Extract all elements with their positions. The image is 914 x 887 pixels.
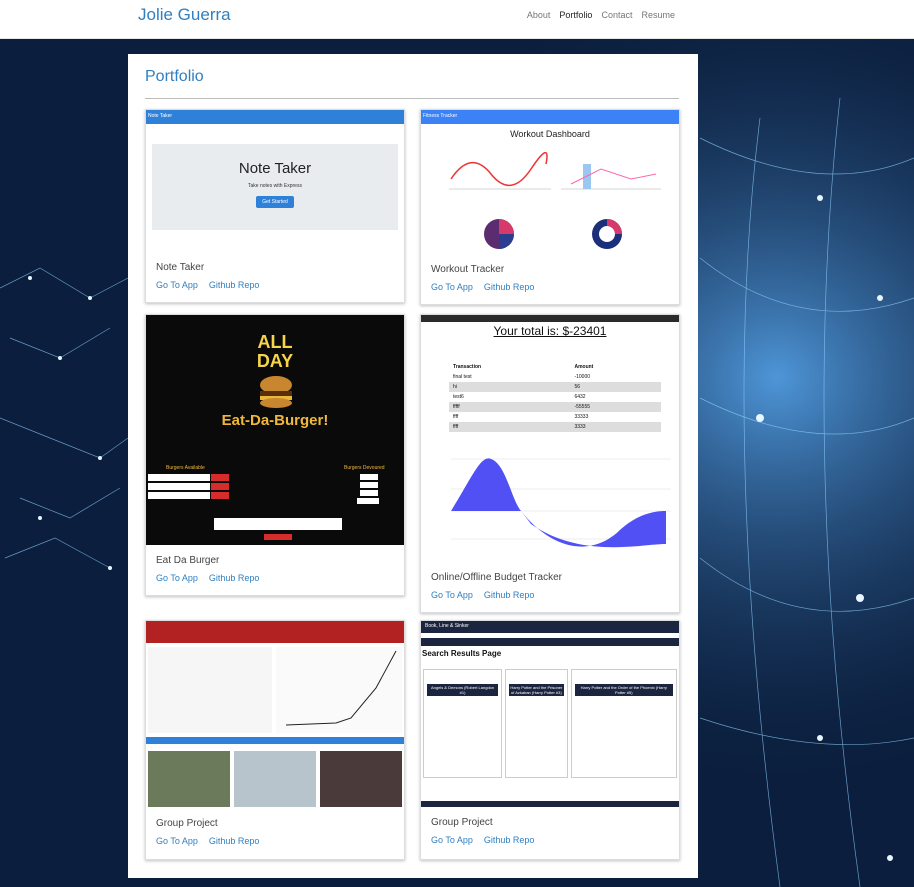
screenshot-header: Fitness Tracker — [421, 110, 679, 124]
title-divider — [145, 98, 679, 99]
project-card-workout-tracker: Fitness Tracker Workout Dashboard Workou… — [420, 109, 680, 305]
project-screenshot: Fitness Tracker Workout Dashboard — [421, 110, 679, 255]
dashboard-graphics — [449, 152, 661, 249]
project-screenshot: Book, Line & Sinker Search Results Page … — [421, 621, 679, 807]
nav-resume[interactable]: Resume — [641, 10, 675, 20]
budget-area-chart — [451, 458, 671, 548]
github-repo-link[interactable]: Github Repo — [209, 280, 260, 290]
project-card-group-project-2: Book, Line & Sinker Search Results Page … — [420, 620, 680, 860]
project-links: Go To App Github Repo — [431, 835, 534, 845]
project-screenshot: Note Taker Note Taker Take notes with Ex… — [146, 110, 404, 251]
project-links: Go To App Github Repo — [156, 836, 259, 846]
screenshot-subtext: Take notes with Express — [248, 183, 302, 189]
nav-contact[interactable]: Contact — [601, 10, 632, 20]
project-links: Go To App Github Repo — [156, 573, 259, 583]
project-title: Eat Da Burger — [156, 555, 220, 566]
book-card: Angels & Demons (Robert Langdon #1) — [423, 669, 503, 778]
screenshot-heading: Search Results Page — [422, 649, 502, 658]
project-links: Go To App Github Repo — [431, 282, 534, 292]
github-repo-link[interactable]: Github Repo — [209, 573, 260, 583]
neon-sign: ALL DAY — [256, 332, 294, 371]
project-screenshot: ALL DAY Eat-Da-Burger! Burgers Available … — [146, 315, 404, 545]
screenshot-heading: Your total is: $-23401 — [493, 324, 607, 338]
github-repo-link[interactable]: Github Repo — [484, 282, 535, 292]
screenshot-header: Book, Line & Sinker — [421, 621, 679, 633]
project-screenshot: Your total is: $-23401 Transaction Amoun… — [421, 315, 679, 562]
screenshot-heading: Workout Dashboard — [510, 129, 590, 139]
project-card-eat-da-burger: ALL DAY Eat-Da-Burger! Burgers Available … — [145, 314, 405, 596]
project-title: Group Project — [431, 817, 493, 828]
go-to-app-link[interactable]: Go To App — [156, 280, 198, 290]
nav-links: About Portfolio Contact Resume — [527, 10, 675, 20]
project-card-budget-tracker: Your total is: $-23401 Transaction Amoun… — [420, 314, 680, 613]
screenshot-button: Get Started — [256, 196, 294, 208]
burgers-available-label: Burgers Available — [166, 465, 205, 471]
project-title: Workout Tracker — [431, 264, 505, 275]
screenshot-nav — [421, 638, 679, 646]
go-to-app-link[interactable]: Go To App — [431, 590, 473, 600]
github-repo-link[interactable]: Github Repo — [484, 835, 535, 845]
project-screenshot — [146, 621, 404, 807]
screenshot-heading: Note Taker — [238, 160, 312, 177]
burger-lists — [148, 474, 379, 540]
burgers-devoured-label: Burgers Devoured — [344, 465, 385, 471]
screenshot-footer — [421, 801, 679, 807]
book-results: Angels & Demons (Robert Langdon #1) Harr… — [423, 669, 677, 778]
browser-bar — [421, 315, 679, 322]
go-to-app-link[interactable]: Go To App — [156, 573, 198, 583]
covid-dashboard-graphics — [146, 647, 404, 807]
screenshot-banner — [146, 621, 404, 643]
project-links: Go To App Github Repo — [156, 280, 259, 290]
nav-about[interactable]: About — [527, 10, 551, 20]
project-title: Group Project — [156, 818, 218, 829]
screenshot-heading: Eat-Da-Burger! — [221, 412, 329, 429]
screenshot-jumbotron: Note Taker Take notes with Express Get S… — [152, 144, 398, 230]
book-card: Harry Potter and the Order of the Phoeni… — [570, 669, 677, 778]
transactions-table: Transaction Amount final test -10000 hi 56… — [449, 362, 661, 432]
project-card-group-project-1: Group Project Go To App Github Repo — [145, 620, 405, 860]
brand-link[interactable]: Jolie Guerra — [138, 5, 231, 25]
project-links: Go To App Github Repo — [431, 590, 534, 600]
project-card-note-taker: Note Taker Note Taker Take notes with Ex… — [145, 109, 405, 303]
github-repo-link[interactable]: Github Repo — [209, 836, 260, 846]
github-repo-link[interactable]: Github Repo — [484, 590, 535, 600]
screenshot-header: Note Taker — [146, 110, 404, 124]
book-card: Harry Potter and the Prisoner of Azkaban… — [505, 669, 568, 778]
nav-portfolio[interactable]: Portfolio — [559, 10, 592, 20]
project-title: Note Taker — [156, 262, 205, 273]
page-title: Portfolio — [145, 68, 204, 85]
project-title: Online/Offline Budget Tracker — [431, 572, 562, 583]
go-to-app-link[interactable]: Go To App — [156, 836, 198, 846]
burger-image — [260, 376, 292, 408]
portfolio-panel: Portfolio Note Taker Note Taker Take not… — [128, 54, 698, 878]
navbar: Jolie Guerra About Portfolio Contact Res… — [0, 0, 914, 39]
go-to-app-link[interactable]: Go To App — [431, 835, 473, 845]
go-to-app-link[interactable]: Go To App — [431, 282, 473, 292]
